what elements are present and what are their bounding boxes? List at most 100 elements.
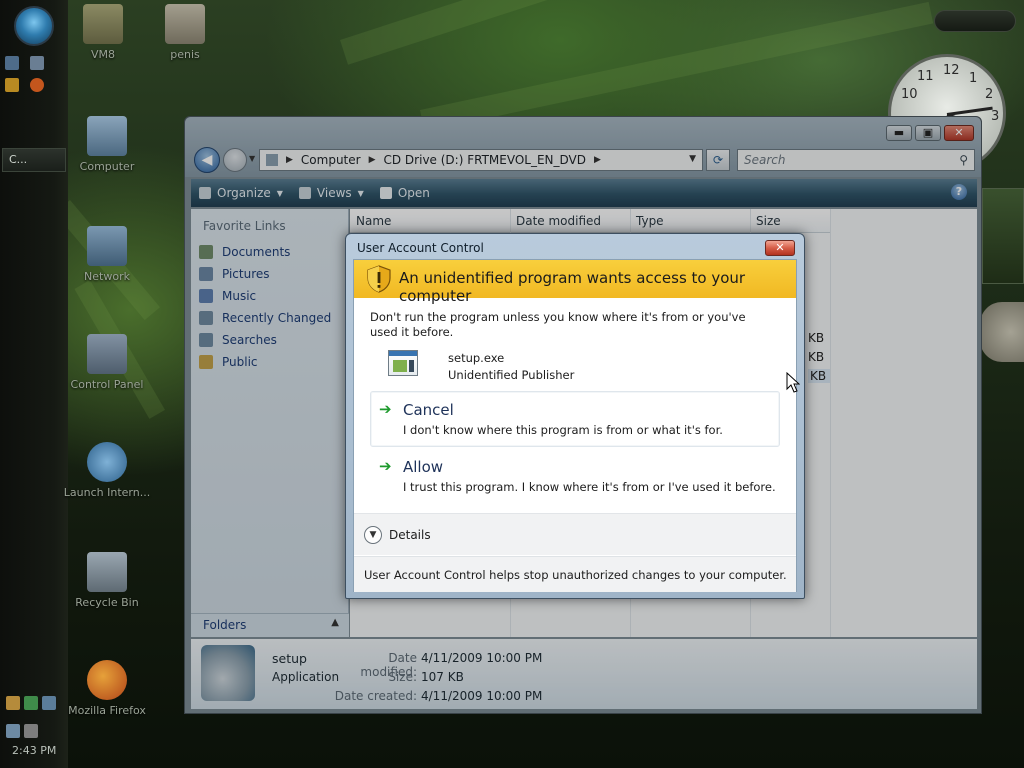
desktop-icon-recycle-bin[interactable]: Recycle Bin — [62, 552, 152, 609]
close-icon: ✕ — [775, 241, 785, 254]
program-icon-titlebar — [389, 351, 417, 356]
close-button[interactable]: ✕ — [944, 125, 974, 141]
details-label: Details — [389, 528, 431, 542]
column-header-type[interactable]: Type — [636, 214, 664, 228]
favorite-link-label: Music — [222, 289, 257, 303]
allow-option-button[interactable]: ➔ Allow I trust this program. I know whe… — [370, 448, 780, 504]
navigation-pane: Favorite Links Documents Pictures Music … — [191, 209, 349, 637]
column-header-date[interactable]: Date modified — [516, 214, 601, 228]
favorite-link-label: Documents — [222, 245, 291, 259]
favorite-link-pictures[interactable]: Pictures — [199, 267, 270, 281]
file-size-cell: KB — [808, 331, 825, 345]
column-header-size[interactable]: Size — [756, 214, 781, 228]
clock-number: 11 — [917, 69, 934, 84]
taskbar-clock[interactable]: 2:43 PM — [12, 744, 56, 757]
uac-dialog: User Account Control ✕ An unidentified p… — [345, 233, 805, 599]
show-desktop-icon[interactable] — [5, 56, 19, 70]
chevron-down-icon[interactable]: ▼ — [364, 526, 382, 544]
back-button[interactable]: ◀ — [194, 147, 220, 173]
details-date-modified: 4/11/2009 10:00 PM — [421, 651, 543, 665]
desktop-icon-control-panel[interactable]: Control Panel — [62, 334, 152, 391]
drive-icon — [266, 154, 278, 166]
clock-number: 1 — [969, 71, 978, 86]
breadcrumb-separator-icon[interactable]: ▶ — [369, 155, 376, 165]
setup-application-icon — [201, 645, 255, 701]
program-icon — [388, 350, 418, 376]
desktop-icon-network[interactable]: Network — [62, 226, 152, 283]
tray-display-icon[interactable] — [42, 696, 56, 710]
tray-monitor-icon[interactable] — [6, 724, 20, 738]
clock-number: 2 — [985, 87, 994, 102]
column-header-name[interactable]: Name — [356, 214, 391, 228]
program-name: setup.exe — [448, 351, 505, 365]
breadcrumb-separator-icon[interactable]: ▶ — [286, 155, 293, 165]
switch-windows-icon[interactable] — [30, 56, 44, 70]
document-icon — [165, 4, 205, 44]
views-label: Views — [316, 186, 352, 200]
quicklaunch-folder-icon[interactable] — [5, 78, 19, 92]
chevron-up-icon: ▲ — [331, 617, 339, 628]
organize-button[interactable]: Organize ▼ — [199, 186, 283, 200]
back-arrow-icon: ◀ — [201, 152, 213, 168]
folder-icon — [83, 4, 123, 44]
sidebar-add-gadget-button[interactable] — [934, 10, 1016, 32]
favorite-link-documents[interactable]: Documents — [199, 245, 290, 259]
recycle-bin-icon — [87, 552, 127, 592]
favorite-link-music[interactable]: Music — [199, 289, 256, 303]
breadcrumb-cd-drive[interactable]: CD Drive (D:) FRTMEVOL_EN_DVD — [384, 153, 587, 167]
start-button[interactable] — [14, 6, 54, 46]
desktop-icon-firefox[interactable]: Mozilla Firefox — [62, 660, 152, 717]
tray-network-icon[interactable] — [6, 696, 20, 710]
views-button[interactable]: Views ▼ — [298, 186, 364, 200]
shield-warning-icon — [367, 265, 391, 293]
desktop-icon-internet-explorer[interactable]: Launch Intern... — [62, 442, 152, 499]
refresh-icon: ⟳ — [712, 153, 724, 167]
desktop-icon-computer[interactable]: Computer — [62, 116, 152, 173]
maximize-button[interactable]: ▣ — [915, 125, 941, 141]
search-input[interactable]: Search ⚲ — [737, 149, 975, 171]
clock-number: 10 — [901, 87, 918, 102]
desktop-icon-label: VM8 — [90, 48, 115, 61]
details-expander[interactable]: ▼ Details — [354, 513, 796, 555]
refresh-button[interactable]: ⟳ — [706, 149, 730, 171]
cancel-option-title: Cancel — [403, 401, 454, 419]
favorite-link-public[interactable]: Public — [199, 355, 258, 369]
uac-warning-text: Don't run the program unless you know wh… — [370, 310, 746, 339]
green-arrow-icon: ➔ — [379, 400, 392, 418]
firefox-icon — [87, 660, 127, 700]
favorite-link-label: Public — [222, 355, 258, 369]
uac-warning-banner: An unidentified program wants access to … — [354, 260, 796, 305]
forward-button[interactable] — [223, 148, 247, 172]
volume-icon[interactable] — [24, 724, 38, 738]
favorite-link-recently-changed[interactable]: Recently Changed — [199, 311, 331, 325]
open-button[interactable]: Open — [379, 186, 430, 200]
recently-changed-icon — [199, 311, 213, 325]
wallpaper-leaf — [420, 1, 934, 132]
mouse-cursor-icon — [786, 372, 800, 393]
folders-toggle[interactable]: Folders ▲ — [191, 613, 349, 637]
address-dropdown-icon[interactable]: ▼ — [689, 154, 696, 164]
help-icon[interactable]: ? — [951, 184, 967, 200]
taskbar-button-computer[interactable]: C... — [2, 148, 66, 172]
history-dropdown-icon[interactable]: ▼ — [249, 154, 255, 163]
breadcrumb-computer[interactable]: Computer — [301, 153, 361, 167]
program-publisher: Unidentified Publisher — [448, 368, 575, 382]
cancel-option-button[interactable]: ➔ Cancel I don't know where this program… — [370, 391, 780, 447]
search-icon[interactable]: ⚲ — [959, 153, 968, 167]
column-headers: Name Date modified Type Size — [350, 209, 830, 233]
minimize-button[interactable]: ▬ — [886, 125, 912, 141]
details-file-name: setup — [272, 651, 307, 666]
breadcrumb-separator-icon[interactable]: ▶ — [594, 155, 601, 165]
program-icon-line — [409, 360, 414, 372]
chevron-down-icon: ▼ — [357, 188, 364, 198]
taskbar-button-label: C... — [9, 153, 28, 166]
file-size-cell: KB — [808, 350, 825, 364]
desktop-icon-vm8[interactable]: VM8 — [58, 4, 148, 61]
command-bar: Organize ▼ Views ▼ Open ? — [191, 179, 977, 207]
favorite-link-searches[interactable]: Searches — [199, 333, 277, 347]
firefox-icon[interactable] — [30, 78, 44, 92]
uac-close-button[interactable]: ✕ — [765, 240, 795, 256]
tray-update-icon[interactable] — [24, 696, 38, 710]
desktop-icon-document[interactable]: penis — [140, 4, 230, 61]
address-bar[interactable]: ▶ Computer ▶ CD Drive (D:) FRTMEVOL_EN_D… — [259, 149, 703, 171]
